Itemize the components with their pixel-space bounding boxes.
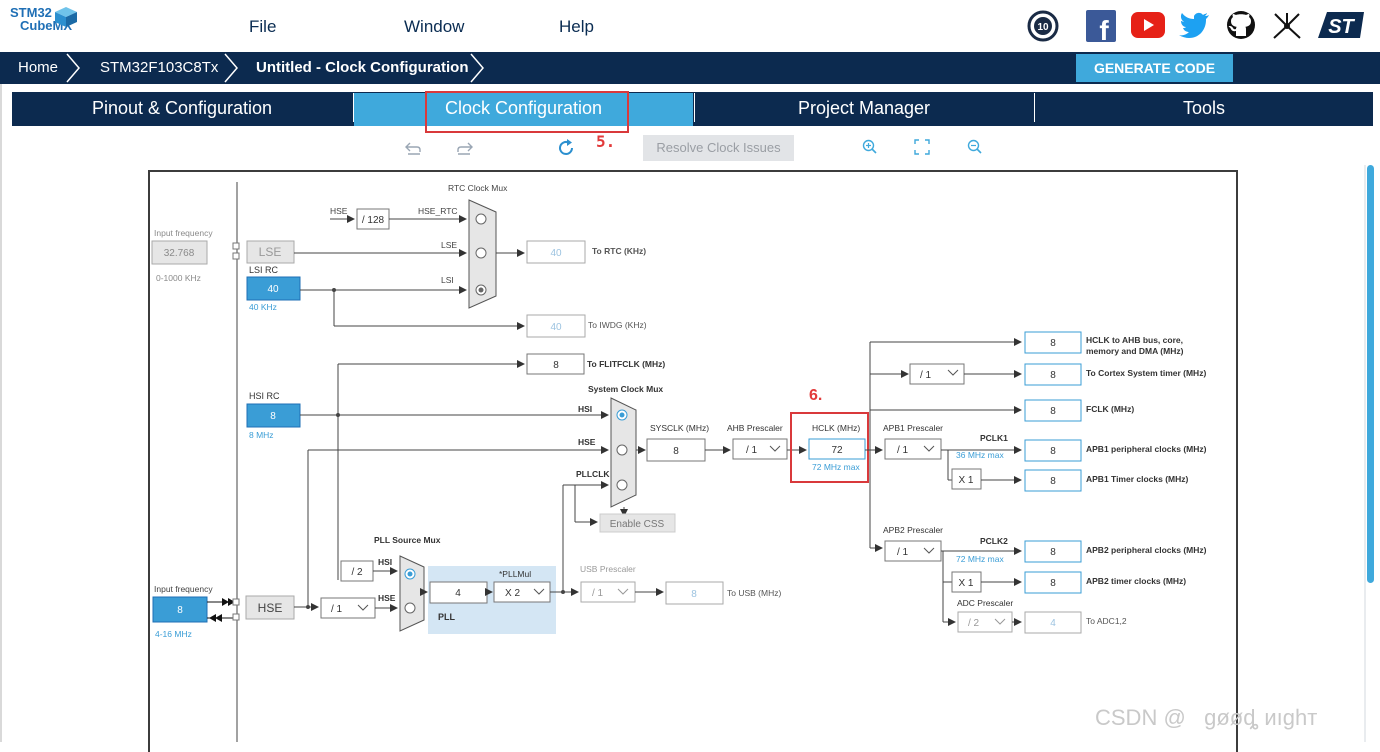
output-value: 8 (1050, 338, 1056, 349)
x1a: X 1 (958, 475, 973, 486)
x1b: X 1 (958, 578, 973, 589)
apb1-prescaler-label: APB1 Prescaler (883, 423, 943, 433)
pclk2-max: 72 MHz max (956, 554, 1004, 564)
usb-prescaler-label: USB Prescaler (580, 564, 636, 574)
pll-hsi-label: HSI (378, 557, 392, 567)
hse-input-freq-label: Input frequency (154, 584, 213, 594)
div2: / 2 (351, 567, 363, 578)
pll-label: PLL (438, 612, 456, 622)
annotation-6: 6. (809, 387, 822, 404)
enable-css-label: Enable CSS (610, 519, 665, 530)
hse-rtc-label: HSE_RTC (418, 206, 458, 216)
sys-pllclk-label: PLLCLK (576, 469, 610, 479)
pllmul-value: X 2 (505, 588, 520, 599)
adc-prescaler-select[interactable] (957, 611, 1013, 633)
ahb-value: / 1 (746, 445, 758, 456)
div128: / 128 (362, 215, 385, 226)
iwdg-value: 40 (550, 322, 562, 333)
apb1-value: / 1 (897, 445, 909, 456)
output-value: 8 (1050, 578, 1056, 589)
output-label-line2: memory and DMA (MHz) (1086, 346, 1184, 356)
hse-input-value: 8 (177, 605, 183, 616)
ahb-prescaler-label: AHB Prescaler (727, 423, 783, 433)
usb-value: 8 (691, 589, 697, 600)
to-rtc-label: To RTC (KHz) (592, 246, 646, 256)
lse-input-freq-label: Input frequency (154, 228, 213, 238)
lsi-value: 40 (267, 284, 279, 295)
sys-mux-label: System Clock Mux (588, 384, 663, 394)
hse-divider-select[interactable] (320, 597, 376, 619)
output-value: 8 (1050, 370, 1056, 381)
lse-range: 0-1000 KHz (156, 273, 201, 283)
pll-src-mux-label: PLL Source Mux (374, 535, 441, 545)
hse-box-label: HSE (258, 601, 283, 615)
apb2-prescaler-select[interactable] (884, 540, 942, 562)
pllmul-label: *PLLMul (499, 569, 531, 579)
lsi-unit: 40 KHz (249, 302, 277, 312)
output-value: 8 (1050, 547, 1056, 558)
pclk2-label: PCLK2 (980, 536, 1008, 546)
lse-box-label: LSE (259, 245, 282, 259)
output-label: APB2 timer clocks (MHz) (1086, 576, 1186, 586)
hsi-rc-label: HSI RC (249, 391, 280, 401)
output-label: APB1 Timer clocks (MHz) (1086, 474, 1189, 484)
rtc-mux-label: RTC Clock Mux (448, 183, 508, 193)
pll-source-mux[interactable] (399, 555, 425, 632)
output-label: FCLK (MHz) (1086, 404, 1134, 414)
cortex-div: / 1 (920, 370, 932, 381)
hse-div: / 1 (331, 604, 343, 615)
output-value: 8 (1050, 476, 1056, 487)
watermark: CSDN @ ɡøøȡ иıɡһт (1095, 705, 1318, 730)
rtc-hse-label: HSE (330, 206, 348, 216)
adc-prescaler-label: ADC Prescaler (957, 598, 1013, 608)
sysclk-label: SYSCLK (MHz) (650, 423, 709, 433)
apb2-prescaler-label: APB2 Prescaler (883, 525, 943, 535)
rtc-lse-label: LSE (441, 240, 457, 250)
to-iwdg-label: To IWDG (KHz) (588, 320, 647, 330)
ahb-prescaler-select[interactable] (732, 438, 788, 460)
to-usb-label: To USB (MHz) (727, 588, 781, 598)
sysclk-value: 8 (673, 446, 679, 457)
lsi-rc-label: LSI RC (249, 265, 279, 275)
pclk1-max: 36 MHz max (956, 450, 1004, 460)
lse-input-value: 32.768 (164, 248, 195, 259)
usb-div: / 1 (592, 588, 604, 599)
rtc-value: 40 (550, 248, 562, 259)
to-flit-label: To FLITFCLK (MHz) (587, 359, 665, 369)
hsi-value: 8 (270, 411, 276, 422)
output-label: APB2 peripheral clocks (MHz) (1086, 545, 1207, 555)
adc-value: / 2 (968, 618, 980, 629)
hclk-max: 72 MHz max (812, 462, 860, 472)
sys-hsi-label: HSI (578, 404, 592, 414)
hse-range: 4-16 MHz (155, 629, 192, 639)
pll-value: 4 (455, 588, 461, 599)
output-label: APB1 peripheral clocks (MHz) (1086, 444, 1207, 454)
hsi-unit: 8 MHz (249, 430, 274, 440)
cortex-divider-select[interactable] (909, 363, 965, 385)
output-value: 4 (1050, 618, 1056, 629)
pclk1-label: PCLK1 (980, 433, 1008, 443)
output-label: To ADC1,2 (1086, 616, 1127, 626)
usb-prescaler-select[interactable] (580, 581, 636, 603)
hclk-value: 72 (831, 445, 843, 456)
apb1-prescaler-select[interactable] (884, 438, 942, 460)
pll-hse-label: HSE (378, 593, 396, 603)
output-label: To Cortex System timer (MHz) (1086, 368, 1206, 378)
hclk-label: HCLK (MHz) (812, 423, 860, 433)
output-label: HCLK to AHB bus, core, (1086, 335, 1183, 345)
rtc-lsi-label: LSI (441, 275, 454, 285)
flit-value: 8 (553, 360, 559, 371)
apb2-value: / 1 (897, 547, 909, 558)
output-value: 8 (1050, 406, 1056, 417)
output-value: 8 (1050, 446, 1056, 457)
sys-hse-label: HSE (578, 437, 596, 447)
clock-tree-svg: Input frequency 32.768 0-1000 KHz LSE LS… (151, 182, 1207, 742)
